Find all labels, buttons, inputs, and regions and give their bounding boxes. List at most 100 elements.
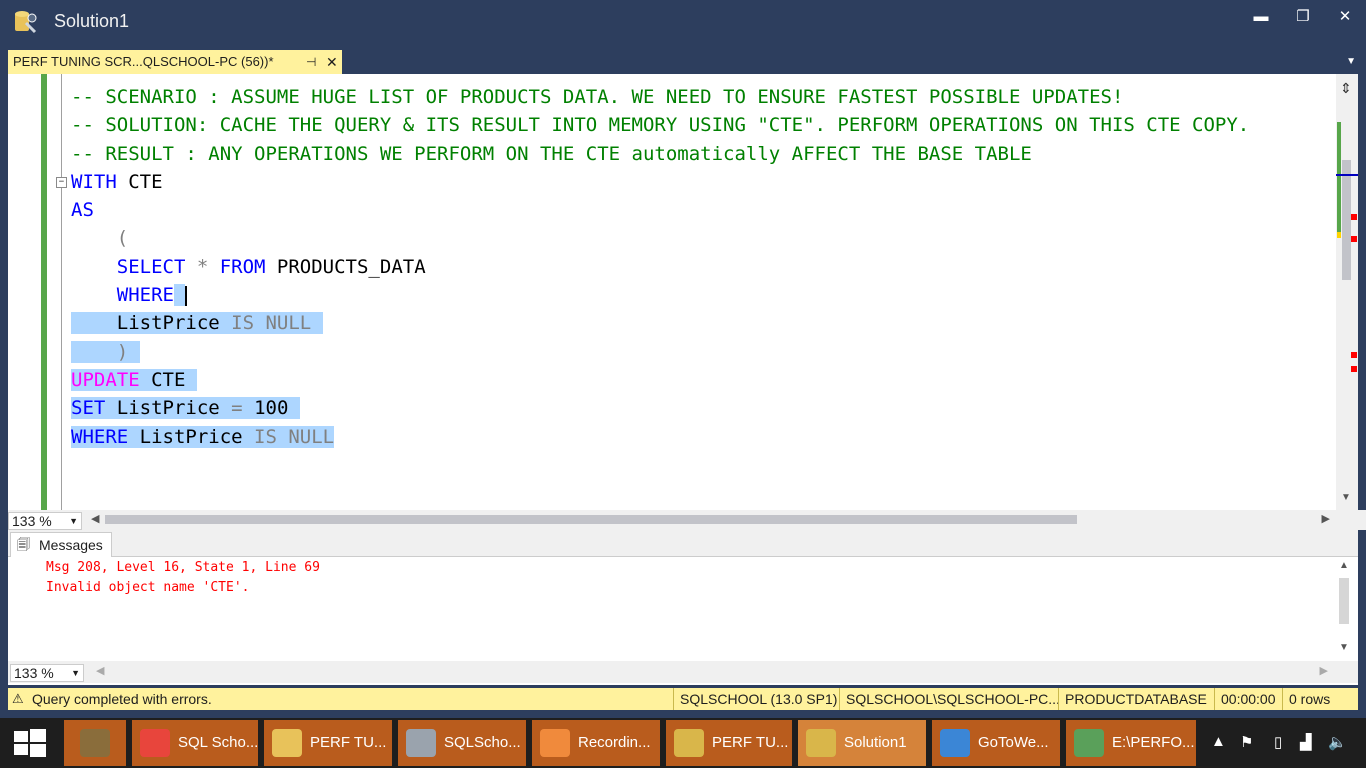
code-token: WHERE — [71, 425, 129, 448]
code-line[interactable]: UPDATE CTE — [71, 366, 1249, 394]
editor-zoom-value: 133 % — [12, 513, 52, 529]
scroll-left-icon[interactable]: ◀ — [96, 664, 104, 677]
code-token: * — [185, 255, 220, 278]
editor-horizontal-bar: 133 % ▼ ◀ ▶ — [8, 510, 1366, 530]
tab-dropdown-icon[interactable]: ▼ — [1346, 56, 1356, 67]
scroll-corner — [1344, 510, 1366, 530]
network-warning-icon[interactable]: ⚑ — [1240, 733, 1253, 751]
signal-icon[interactable]: ▟ — [1300, 733, 1312, 751]
code-line[interactable]: WITH CTE — [71, 168, 1249, 196]
scroll-thumb[interactable] — [1339, 578, 1349, 624]
taskbar-item[interactable]: E:\PERFO... — [1066, 720, 1196, 766]
horizontal-scroll-thumb[interactable] — [105, 515, 1077, 524]
scroll-error-marker — [1351, 214, 1357, 220]
code-line[interactable]: ) — [71, 338, 1249, 366]
taskbar-item[interactable]: Recordin... — [532, 720, 660, 766]
tools-icon — [80, 729, 110, 757]
recording-icon — [540, 729, 570, 757]
code-token: IS NULL — [231, 312, 312, 335]
battery-icon[interactable]: ▯ — [1274, 733, 1282, 751]
scroll-up-icon[interactable]: ▲ — [1339, 560, 1349, 571]
taskbar-item[interactable]: GoToWe... — [932, 720, 1060, 766]
taskbar-item[interactable]: PERF TU... — [666, 720, 792, 766]
code-line[interactable]: -- SOLUTION: CACHE THE QUERY & ITS RESUL… — [71, 111, 1249, 139]
code-token: 100 — [242, 397, 300, 420]
taskbar-item-label: SQLScho... — [444, 734, 521, 751]
code-line[interactable]: SET ListPrice = 100 — [71, 394, 1249, 422]
code-line[interactable]: WHERE — [71, 281, 1249, 309]
code-token: AS — [71, 199, 94, 222]
taskbar-item-label: GoToWe... — [978, 734, 1049, 751]
taskbar-item-label: Solution1 — [844, 734, 907, 751]
taskbar-item[interactable]: SQL Scho... — [132, 720, 258, 766]
chevron-down-icon: ▼ — [69, 516, 78, 526]
status-server: SQLSCHOOL (13.0 SP1) — [673, 688, 837, 710]
message-line: Invalid object name 'CTE'. — [46, 580, 250, 595]
query-editor[interactable]: − -- SCENARIO : ASSUME HUGE LIST OF PROD… — [8, 74, 1358, 510]
code-line[interactable]: ( — [71, 224, 1249, 252]
taskbar-item-label: SQL Scho... — [178, 734, 259, 751]
messages-zoom-select[interactable]: 133 % ▼ — [10, 664, 84, 682]
tab-messages[interactable]: 🗐 Messages — [10, 532, 112, 557]
message-text[interactable]: Msg 208, Level 16, State 1, Line 69 Inval… — [46, 558, 320, 598]
notepad-icon — [1074, 729, 1104, 757]
drive-icon — [406, 729, 436, 757]
windows-start-icon[interactable] — [8, 726, 52, 760]
scroll-left-icon[interactable]: ◀ — [91, 512, 99, 525]
tray-overflow-icon[interactable]: ▲ — [1211, 733, 1226, 750]
status-bar: ⚠ Query completed with errors. SQLSCHOOL… — [8, 688, 1358, 710]
collapse-icon[interactable]: − — [56, 177, 67, 188]
messages-vertical-scrollbar[interactable]: ▲ ▼ — [1334, 558, 1356, 662]
chevron-down-icon: ▼ — [71, 668, 80, 678]
scroll-right-icon[interactable]: ▶ — [1322, 512, 1330, 525]
document-tab[interactable]: PERF TUNING SCR...QLSCHOOL-PC (56))* ⊣ ✕ — [8, 50, 342, 74]
taskbar-item[interactable]: PERF TU... — [264, 720, 392, 766]
scroll-down-icon[interactable]: ▼ — [1341, 492, 1351, 503]
status-text: Query completed with errors. — [32, 691, 212, 707]
scroll-change-marker — [1337, 122, 1341, 232]
taskbar-item[interactable]: Solution1 — [798, 720, 926, 766]
taskbar-item-label: PERF TU... — [310, 734, 387, 751]
messages-icon: 🗐 — [17, 537, 30, 552]
restore-button[interactable]: ❐ — [1288, 6, 1318, 28]
text-caret — [185, 285, 188, 306]
close-tab-icon[interactable]: ✕ — [326, 50, 338, 74]
scroll-thumb[interactable] — [1342, 160, 1351, 280]
message-line: Msg 208, Level 16, State 1, Line 69 — [46, 560, 320, 575]
scroll-down-icon[interactable]: ▼ — [1339, 642, 1349, 653]
code-lines[interactable]: -- SCENARIO : ASSUME HUGE LIST OF PRODUC… — [71, 83, 1249, 451]
change-tracking-bar — [41, 74, 47, 510]
code-token: -- RESULT : ANY OPERATIONS WE PERFORM ON… — [71, 142, 1032, 165]
messages-zoom-value: 133 % — [14, 665, 54, 681]
code-token: = — [231, 397, 243, 420]
split-icon[interactable]: ⇕ — [1340, 80, 1352, 97]
taskbar-item[interactable] — [64, 720, 126, 766]
code-token: ( — [71, 227, 129, 250]
close-button[interactable]: ✕ — [1330, 6, 1360, 28]
code-line[interactable]: ListPrice IS NULL — [71, 309, 1249, 337]
scroll-right-icon[interactable]: ▶ — [1320, 664, 1328, 677]
minimize-button[interactable]: ▬ — [1246, 6, 1276, 28]
code-line[interactable]: -- SCENARIO : ASSUME HUGE LIST OF PRODUC… — [71, 83, 1249, 111]
ssms-icon — [806, 729, 836, 757]
code-line[interactable]: -- RESULT : ANY OPERATIONS WE PERFORM ON… — [71, 140, 1249, 168]
code-token: ListPrice — [128, 425, 255, 448]
code-line[interactable]: WHERE ListPrice IS NULL — [71, 423, 1249, 451]
pin-icon[interactable]: ⊣ — [306, 50, 316, 74]
code-token — [173, 284, 186, 307]
scroll-error-marker — [1351, 352, 1357, 358]
scroll-caret-marker — [1336, 174, 1358, 176]
editor-zoom-select[interactable]: 133 % ▼ — [8, 512, 82, 530]
scroll-unsaved-marker — [1337, 232, 1341, 238]
code-token: WITH — [71, 170, 117, 193]
editor-vertical-scrollbar[interactable]: ⇕ ▼ — [1336, 74, 1358, 510]
code-line[interactable]: AS — [71, 196, 1249, 224]
volume-icon[interactable]: 🔈 — [1328, 733, 1347, 751]
code-token — [311, 312, 323, 335]
title-bar: Solution1 ▬ ❐ ✕ — [0, 0, 1366, 46]
taskbar-item-label: Recordin... — [578, 734, 651, 751]
messages-pane: 🗐 Messages Msg 208, Level 16, State 1, L… — [8, 530, 1358, 685]
code-line[interactable]: SELECT * FROM PRODUCTS_DATA — [71, 253, 1249, 281]
taskbar-item[interactable]: SQLScho... — [398, 720, 526, 766]
code-token: WHERE — [71, 284, 174, 307]
